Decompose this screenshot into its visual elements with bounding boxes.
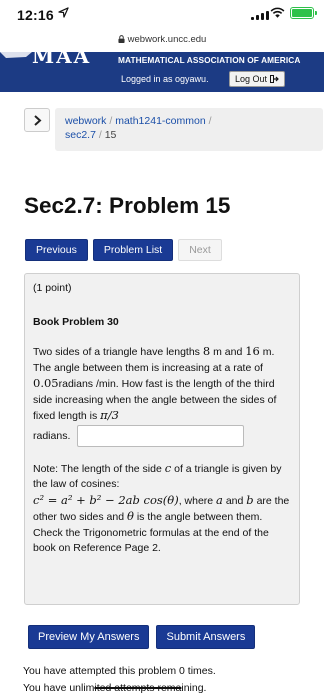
signal-icon (251, 10, 269, 20)
breadcrumb-separator: / (208, 115, 212, 127)
law-of-cosines-formula: c² = a² + b² − 2ab cos(θ) (33, 492, 179, 507)
page-title: Sec2.7: Problem 15 (24, 193, 231, 218)
problem-points: (1 point) (33, 282, 72, 294)
logout-label: Log Out (235, 74, 268, 84)
submit-answers-button[interactable]: Submit Answers (156, 625, 256, 649)
problem-nav: Previous Problem List Next (25, 239, 222, 261)
breadcrumb-separator: / (98, 129, 102, 141)
problem-note: Note: The length of the side c of a tria… (33, 460, 290, 555)
angle-rate: 0.05 (33, 376, 59, 390)
association-name: MATHEMATICAL ASSOCIATION OF AMERICA (118, 55, 301, 65)
chevron-right-icon (33, 114, 41, 126)
logout-icon (270, 75, 279, 83)
status-bar: 12:16 (0, 0, 324, 34)
location-icon (58, 7, 69, 18)
wifi-icon (270, 7, 285, 18)
breadcrumb-separator: / (109, 115, 113, 127)
logout-button[interactable]: Log Out (229, 71, 286, 87)
breadcrumb: webwork / math1241-common / sec2.7 / 15 (55, 108, 323, 151)
next-button: Next (178, 239, 222, 261)
preview-answers-button[interactable]: Preview My Answers (28, 625, 150, 649)
angle-value: π/3 (100, 408, 119, 422)
breadcrumb-webwork[interactable]: webwork (65, 115, 106, 127)
side-length-1: 8 (202, 344, 211, 358)
attempts-count: You have attempted this problem 0 times. (23, 665, 216, 677)
address-bar[interactable]: webwork.uncc.edu (0, 34, 324, 52)
answer-input[interactable] (77, 424, 245, 447)
lock-icon (118, 35, 125, 43)
attempts-remaining: You have unlimited attempts remaining. (23, 682, 207, 694)
breadcrumb-set[interactable]: sec2.7 (65, 129, 96, 141)
maa-logo-wing (0, 52, 32, 58)
breadcrumb-course[interactable]: math1241-common (115, 115, 205, 127)
problem-list-button[interactable]: Problem List (92, 239, 174, 261)
maa-logo: MAA (32, 52, 92, 68)
status-time: 12:16 (17, 7, 54, 23)
battery-charging-icon (290, 7, 317, 19)
previous-button[interactable]: Previous (25, 239, 88, 261)
book-problem-heading: Book Problem 30 (33, 315, 119, 328)
sidebar-toggle-button[interactable] (24, 108, 50, 132)
side-length-2: 16 (245, 344, 260, 358)
url-text: webwork.uncc.edu (127, 34, 207, 45)
answer-actions: Preview My Answers Submit Answers (28, 625, 256, 649)
breadcrumb-current: 15 (104, 129, 117, 141)
problem-body: (1 point) Book Problem 30 Two sides of a… (24, 273, 300, 605)
logged-in-text: Logged in as ogyawu. (121, 74, 209, 84)
attempts-info: You have attempted this problem 0 times.… (23, 663, 216, 697)
maa-banner: MAA MATHEMATICAL ASSOCIATION OF AMERICA … (0, 52, 324, 92)
problem-statement: Two sides of a triangle have lengths 8 m… (33, 344, 291, 447)
